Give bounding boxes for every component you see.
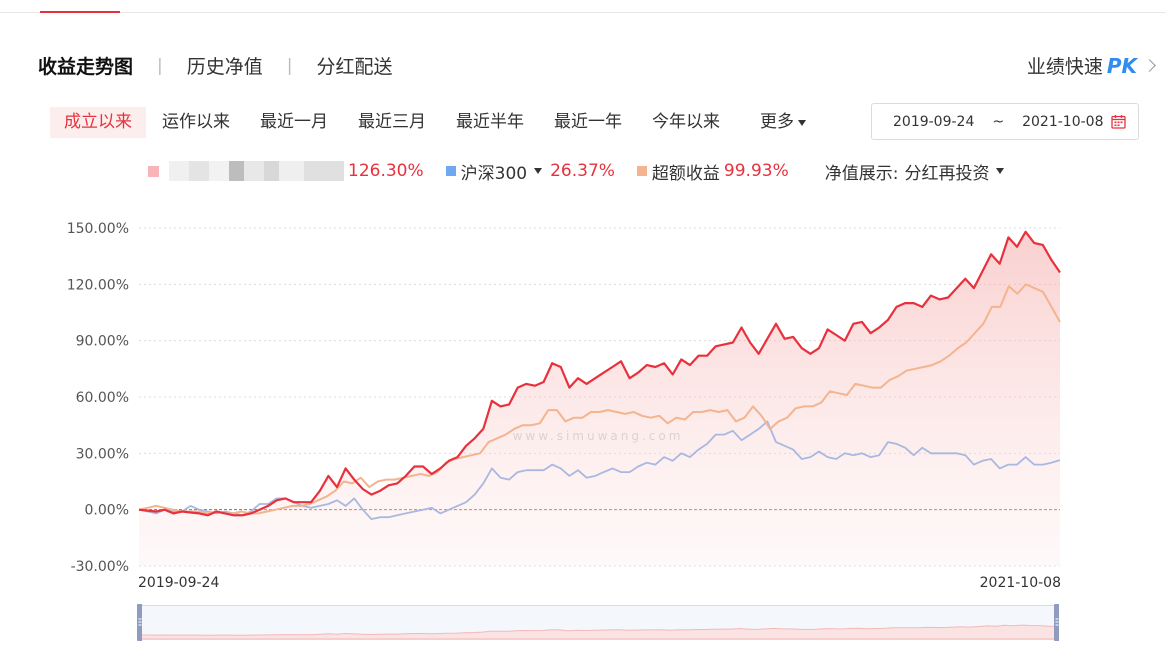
legend-excess-name: 超额收益 [651, 163, 720, 184]
navigator-preview [139, 624, 1057, 640]
top-rule [0, 12, 1166, 13]
legend-item-fund[interactable]: 126.30% [148, 161, 424, 181]
range-tab-since-inception[interactable]: 成立以来 [50, 107, 146, 138]
range-tabs: 成立以来 运作以来 最近一月 最近三月 最近半年 最近一年 今年以来 更多 [50, 107, 806, 138]
legend-excess-value: 99.93% [723, 161, 789, 181]
navigator-left-handle[interactable] [136, 604, 142, 641]
y-tick-label: 30.00% [76, 446, 129, 462]
range-tab-ytd[interactable]: 今年以来 [638, 107, 734, 138]
range-tab-3m[interactable]: 最近三月 [344, 107, 440, 138]
pk-badge: PK [1106, 53, 1137, 78]
nav-display-label: 净值展示: [824, 163, 899, 184]
range-tab-since-operation[interactable]: 运作以来 [148, 107, 244, 138]
y-tick-label: 60.00% [76, 390, 129, 406]
legend-item-excess[interactable]: 超额收益 99.93% [636, 159, 789, 184]
nav-display-value: 分红再投资 [904, 163, 990, 184]
y-tick-label: 90.00% [76, 334, 129, 350]
caret-down-icon [996, 168, 1005, 174]
x-tick-label: 2019-09-24 [138, 575, 219, 591]
range-tab-1y[interactable]: 最近一年 [540, 107, 636, 138]
date-range-picker[interactable]: 2019-09-24 ~ 2021-10-08 [871, 103, 1139, 140]
header-tabs: 收益走势图 | 历史净值 | 分红配送 [38, 52, 393, 79]
date-separator: ~ [992, 113, 1005, 130]
tab-separator: | [157, 55, 163, 76]
legend-swatch-excess [636, 166, 647, 176]
date-end[interactable]: 2021-10-08 [1022, 114, 1103, 130]
date-start[interactable]: 2019-09-24 [893, 114, 974, 130]
range-tab-6m[interactable]: 最近半年 [442, 107, 538, 138]
legend-item-index[interactable]: 沪深300 26.37% [445, 159, 615, 184]
fund-area-fill [139, 231, 1060, 567]
y-tick-label: 120.00% [67, 277, 129, 293]
performance-pk-link[interactable]: 业绩快速 PK [1026, 52, 1156, 79]
legend-swatch-fund [148, 165, 159, 177]
y-tick-label: -30.00% [71, 559, 129, 575]
caret-down-icon[interactable] [534, 168, 543, 174]
redacted-fund-name [169, 161, 344, 181]
legend-fund-value: 126.30% [348, 161, 424, 181]
more-label: 更多 [760, 112, 794, 132]
y-tick-label: 150.00% [67, 221, 129, 237]
legend-index-value: 26.37% [550, 161, 615, 181]
y-tick-label: 0.00% [85, 503, 129, 519]
navigator-right-handle[interactable] [1053, 604, 1059, 641]
tab-return-trend[interactable]: 收益走势图 [38, 52, 133, 79]
fund-area [139, 231, 1060, 567]
range-navigator[interactable] [139, 605, 1057, 640]
pk-label: 业绩快速 [1026, 56, 1103, 78]
chevron-right-icon [1143, 59, 1156, 72]
top-accent-underline [40, 11, 120, 13]
legend-swatch-index [445, 166, 456, 176]
x-tick-label: 2021-10-08 [980, 575, 1061, 591]
tab-nav-history[interactable]: 历史净值 [187, 52, 263, 79]
tab-dividends[interactable]: 分红配送 [317, 52, 393, 79]
nav-display-selector[interactable]: 净值展示: 分红再投资 [825, 159, 1005, 184]
return-trend-chart[interactable]: 150.00% 120.00% 90.00% 60.00% 30.00% 0.00% -30… [0, 200, 1166, 600]
watermark-text: www.simuwang.com [513, 429, 684, 443]
calendar-icon[interactable] [1111, 114, 1126, 129]
x-axis-ticks: 2019-09-24 2021-10-08 [138, 575, 1061, 591]
caret-down-icon [798, 119, 806, 126]
chart-legend: 126.30% 沪深300 26.37% 超额收益 99.93% 净值展示: 分… [148, 158, 1026, 184]
more-dropdown[interactable]: 更多 [760, 107, 806, 138]
tab-separator: | [286, 55, 293, 76]
legend-index-name: 沪深300 [460, 163, 528, 184]
range-tab-1m[interactable]: 最近一月 [246, 107, 342, 138]
y-axis-ticks: 150.00% 120.00% 90.00% 60.00% 30.00% 0.00% -30… [67, 221, 129, 575]
